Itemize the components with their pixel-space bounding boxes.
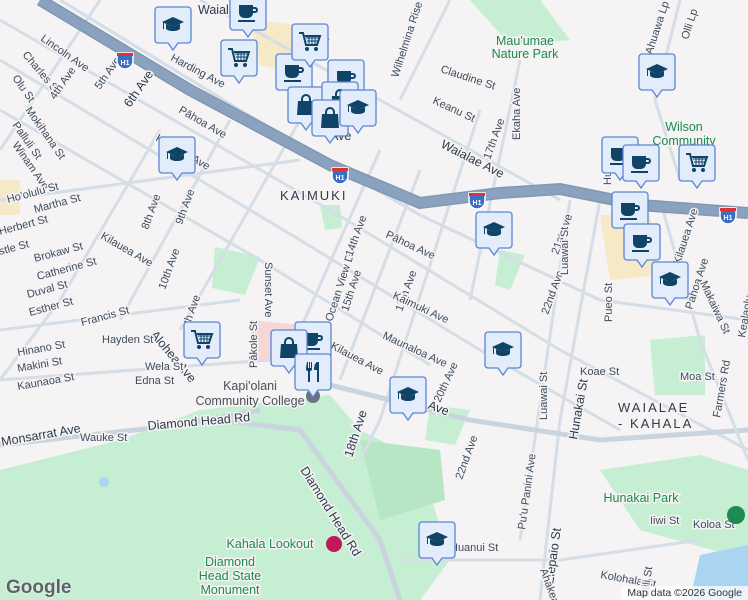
- shield-label: H1: [724, 215, 733, 222]
- street-label: 22nd Ave: [454, 434, 481, 481]
- area-kahala: - KAHALA: [618, 416, 693, 431]
- marker-school[interactable]: [638, 53, 676, 99]
- street-label: Pueo St: [603, 283, 615, 322]
- poi-diamond-head[interactable]: Diamond: [203, 554, 256, 571]
- shield-label: H1: [336, 175, 345, 182]
- street-label: Kilauea Ave: [99, 230, 155, 269]
- poi-diamond-head-3[interactable]: Monument: [199, 582, 262, 599]
- street-label: Kealaolu: [736, 294, 748, 338]
- h1-shield-icon: H1: [468, 192, 486, 210]
- street-label: Ekaha Ave: [511, 88, 523, 140]
- poi-diamond-head-2[interactable]: Head State: [197, 568, 263, 585]
- tree-poi-icon[interactable]: [727, 506, 745, 524]
- street-label: Wela St: [145, 361, 183, 373]
- poi-kcc[interactable]: Kapi'olani: [222, 378, 279, 395]
- street-label: Makini St: [16, 355, 63, 375]
- marker-school[interactable]: [418, 521, 456, 567]
- marker-fork[interactable]: [294, 353, 332, 399]
- poi-kahala-lookout[interactable]: Kahala Lookout: [225, 536, 315, 553]
- street-label: Wilhelmina Rise: [389, 0, 425, 79]
- street-label: Koae St: [580, 366, 619, 378]
- marker-school[interactable]: [339, 89, 377, 135]
- street-label: Olli Lp: [679, 8, 700, 41]
- marker-school[interactable]: [651, 261, 689, 307]
- marker-cart[interactable]: [220, 39, 258, 85]
- street-label: Moa St: [680, 371, 715, 383]
- street-label: Maunaloa Ave: [381, 330, 449, 370]
- street-label: Claudine St: [439, 63, 497, 92]
- shield-label: H1: [473, 200, 482, 207]
- street-label: Luawai St: [559, 227, 571, 275]
- poi-mauumae[interactable]: Mau'umae: [495, 33, 556, 50]
- marker-school[interactable]: [389, 376, 427, 422]
- street-label: Makaiwa St: [697, 279, 732, 336]
- area-waialae: WAIALAE: [618, 400, 689, 415]
- marker-school[interactable]: [158, 136, 196, 182]
- street-label: Kilauea Ave: [329, 340, 386, 378]
- street-label: Olu St: [10, 73, 37, 105]
- street-label: Francis St: [80, 304, 131, 328]
- street-label: 22nd Ave: [540, 269, 567, 316]
- marker-school[interactable]: [154, 6, 192, 52]
- map-canvas[interactable]: Lincoln AveCharles StOlu St 4th AveMokiha…: [0, 0, 748, 600]
- street-label: 8th Ave: [140, 193, 164, 231]
- street-label: Hunakai St: [566, 377, 590, 440]
- marker-school[interactable]: [475, 211, 513, 257]
- marker-cup[interactable]: [623, 223, 661, 269]
- h1-shield-icon: H1: [331, 167, 349, 185]
- street-label: Monsarrat Ave: [0, 421, 82, 449]
- marker-school[interactable]: [484, 331, 522, 377]
- street-label: 10th Ave: [157, 247, 183, 291]
- street-label: Iiwi St: [650, 515, 679, 527]
- h1-shield-icon: H1: [719, 207, 737, 225]
- street-label: Hayden St: [102, 334, 153, 346]
- camera-poi-icon[interactable]: [326, 536, 342, 552]
- street-label: Huanui St: [450, 542, 498, 554]
- poi-kcc-2[interactable]: Community College: [194, 393, 306, 410]
- marker-cup[interactable]: [622, 144, 660, 190]
- marker-cart[interactable]: [183, 321, 221, 367]
- h1-shield-icon: H1: [116, 52, 134, 70]
- map-attribution[interactable]: Map data ©2026 Google: [621, 586, 748, 600]
- street-label: th Ave: [182, 293, 204, 326]
- street-label: Koloa St: [693, 519, 735, 531]
- street-label: Pākole St: [248, 321, 260, 368]
- poi-wilson[interactable]: Wilson: [664, 119, 705, 136]
- google-logo: Google: [6, 577, 72, 598]
- poi-hunakai-park[interactable]: Hunakai Park: [602, 490, 681, 507]
- street-label: Herbert St: [0, 213, 49, 238]
- street-label: Farmers Rd: [711, 359, 733, 418]
- street-label: 6th Ave: [121, 68, 156, 110]
- street-label: Kaunaoa St: [16, 371, 75, 393]
- street-label: Wauke St: [80, 432, 127, 444]
- poi-mauumae-2[interactable]: Nature Park: [490, 46, 560, 63]
- street-label: 20th Ave: [432, 361, 461, 405]
- area-kaimuki: KAIMUKI: [280, 188, 347, 203]
- street-label: Kilauea Ave: [671, 207, 700, 266]
- marker-cart[interactable]: [678, 144, 716, 190]
- street-label: Luawai St: [538, 372, 550, 420]
- marker-cart[interactable]: [291, 23, 329, 69]
- street-label: Keanu St: [431, 95, 477, 125]
- street-label: stle St: [0, 238, 30, 258]
- shield-label: H1: [121, 60, 130, 67]
- street-label: Edna St: [135, 375, 174, 387]
- street-label: Sunset Ave: [262, 262, 274, 317]
- street-label: Pu'u Panini Ave: [516, 453, 539, 530]
